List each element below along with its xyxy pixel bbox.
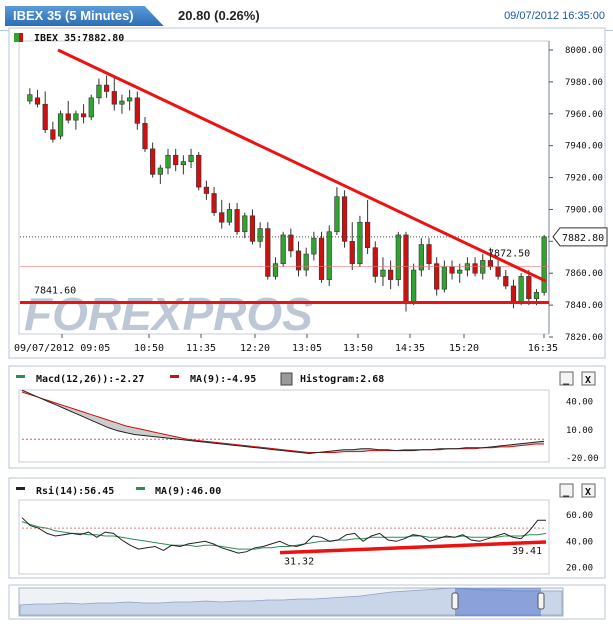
rsi-trend-end-label: 39.41	[512, 546, 542, 557]
x-tick-label: 12:20	[240, 343, 270, 354]
y-tick-label: 7960.00	[565, 110, 603, 120]
macd-tick-label: 10.00	[566, 426, 593, 436]
candle	[518, 273, 524, 306]
rsi-tick-label: 40.00	[566, 537, 593, 547]
macd-legend-swatch	[16, 375, 25, 378]
svg-text:7882.80: 7882.80	[562, 233, 604, 244]
macd-ma-swatch	[170, 375, 179, 378]
x-tick-label: 11:35	[186, 343, 216, 354]
y-tick-label: 7920.00	[565, 174, 603, 184]
flag-icon-part	[14, 33, 19, 42]
histogram-swatch	[280, 372, 293, 386]
support-label: 7841.60	[34, 286, 76, 297]
x-tick-label: 13:50	[343, 343, 373, 354]
candle	[326, 225, 332, 286]
rsi-legend: Rsi(14):56.45	[36, 485, 114, 497]
rsi-tick-label: 60.00	[566, 511, 593, 521]
candle	[372, 241, 378, 283]
x-tick-label: 13:05	[292, 343, 322, 354]
y-tick-label: 7860.00	[565, 269, 603, 279]
candle	[541, 234, 547, 296]
rsi-minimize-button[interactable]: _	[559, 483, 574, 498]
main-legend: IBEX 35:7882.80	[34, 33, 124, 44]
last-price-flag: 7882.80	[552, 227, 608, 247]
rsi-close-button[interactable]: X	[581, 483, 596, 498]
candle	[403, 231, 409, 312]
x-tick-label: 16:35	[528, 343, 558, 354]
x-tick-label: 15:20	[449, 343, 479, 354]
rsi-trend-start-label: 31.32	[284, 557, 314, 568]
y-tick-label: 7940.00	[565, 142, 603, 152]
trend-label: 7872.50	[488, 248, 530, 259]
y-tick-label: 7980.00	[565, 78, 603, 88]
y-tick-label: 7840.00	[565, 301, 603, 311]
rsi-legend-swatch	[16, 487, 25, 490]
navigator-right-handle[interactable]	[537, 592, 545, 610]
navigator-left-handle[interactable]	[451, 592, 459, 610]
candle	[341, 190, 348, 248]
candle	[57, 110, 64, 140]
macd-tick-label: -20.00	[566, 454, 599, 464]
macd-legend: Macd(12,26)):-2.27	[36, 374, 144, 385]
rsi-ma-legend: MA(9):46.00	[155, 486, 221, 497]
navigator-window[interactable]	[455, 588, 541, 616]
x-tick-label: 09/07/2012 09:05	[14, 343, 110, 354]
macd-tick-label: 40.00	[566, 397, 593, 407]
svg-text:X: X	[585, 487, 591, 498]
y-tick-label: 7900.00	[565, 205, 603, 215]
svg-text:X: X	[585, 375, 591, 386]
candle	[196, 152, 202, 191]
rsi-tick-label: 20.00	[566, 563, 593, 573]
x-tick-label: 14:35	[395, 343, 425, 354]
candle	[357, 215, 363, 267]
candle	[88, 94, 94, 121]
macd-ma-legend: MA(9):-4.95	[190, 374, 256, 385]
histogram-legend: Histogram:2.68	[300, 373, 384, 385]
candle	[265, 222, 271, 280]
macd-minimize-button[interactable]: _	[559, 371, 574, 386]
candle	[395, 231, 401, 286]
x-tick-label: 10:50	[134, 343, 164, 354]
rsi-ma-swatch	[136, 487, 145, 490]
ibex35-chart[interactable]: IBEX 35:7882.80 FOREXPROS 8000.007980.00…	[0, 0, 613, 627]
candle	[411, 263, 417, 306]
svg-text:_: _	[563, 374, 570, 385]
svg-text:_: _	[563, 486, 570, 497]
y-tick-label: 8000.00	[565, 46, 603, 56]
candle	[318, 231, 325, 283]
y-tick-label: 7820.00	[565, 333, 603, 343]
macd-close-button[interactable]: X	[581, 371, 596, 386]
